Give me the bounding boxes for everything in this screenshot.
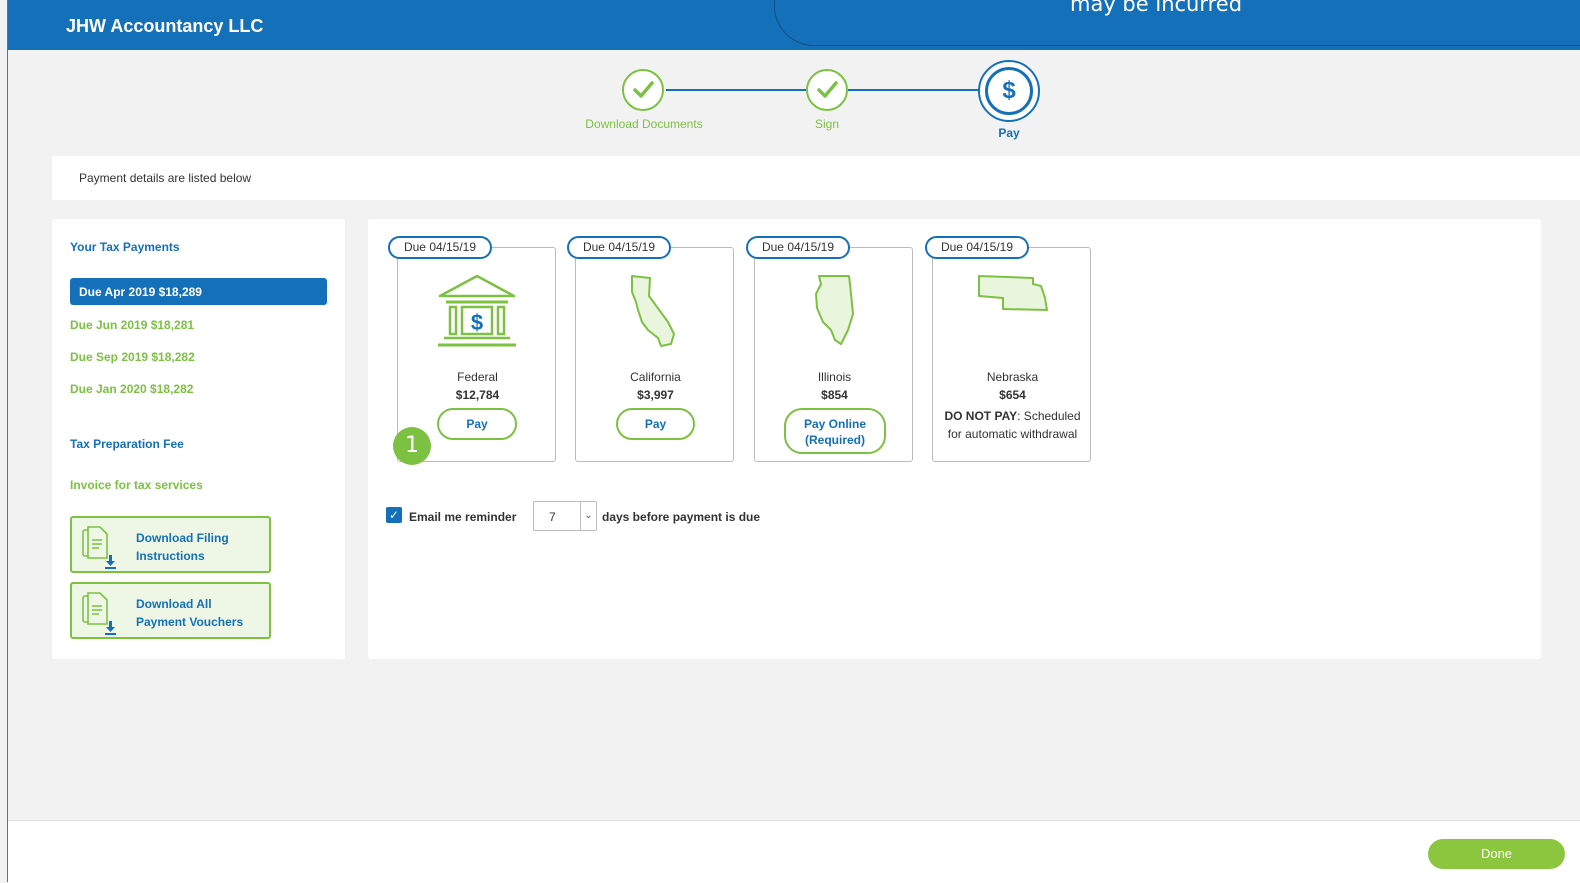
email-reminder-checkbox[interactable]: ✓ [386, 507, 402, 523]
step-connector [848, 89, 980, 91]
step-sign-label[interactable]: Sign [786, 117, 868, 131]
payment-period-jun-2019[interactable]: Due Jun 2019 $18,281 [70, 318, 194, 332]
auto-withdrawal-note: DO NOT PAY: Scheduled for automatic with… [933, 407, 1092, 443]
step-download-label[interactable]: Download Documents [574, 117, 714, 131]
notice-callout-text: may be incurred [1070, 0, 1243, 16]
card-amount: $654 [999, 388, 1026, 402]
card-amount: $854 [821, 388, 848, 402]
chevron-down-icon: ⌄ [580, 502, 596, 530]
done-button[interactable]: Done [1428, 839, 1565, 869]
card-state-name: Federal [457, 370, 498, 384]
step-marker-badge: 1 [393, 427, 431, 465]
bank-icon: $ [438, 274, 516, 347]
svg-text:$: $ [471, 310, 483, 335]
payment-period-apr-2019[interactable]: Due Apr 2019 $18,289 [70, 278, 327, 305]
note-text: : Scheduled [1017, 409, 1081, 423]
download-filing-instructions-button[interactable]: Download Filing Instructions [70, 516, 271, 573]
tax-payments-heading: Your Tax Payments [70, 240, 180, 254]
required-label: (Required) [805, 433, 865, 447]
due-badge: Due 04/15/19 [567, 236, 671, 259]
illinois-map-icon [815, 275, 854, 345]
card-state-name: Nebraska [986, 370, 1039, 384]
payment-period-sep-2019[interactable]: Due Sep 2019 $18,282 [70, 350, 195, 364]
info-banner [52, 156, 1580, 200]
download-filing-label-2: Instructions [136, 549, 205, 563]
step-connector [666, 89, 806, 91]
window-edge [7, 0, 8, 882]
card-state-name: Illinois [817, 370, 852, 384]
footer-bar [8, 820, 1580, 883]
document-download-icon [82, 592, 116, 635]
reminder-days-select[interactable]: 7 ⌄ [533, 501, 597, 531]
dollar-icon: $ [985, 67, 1033, 115]
pay-button-california[interactable]: Pay [616, 408, 695, 440]
prep-fee-heading: Tax Preparation Fee [70, 437, 184, 451]
download-vouchers-label-2: Payment Vouchers [136, 615, 244, 629]
note-text-line2: for automatic withdrawal [947, 427, 1078, 441]
pay-button-federal[interactable]: Pay [437, 408, 517, 440]
info-banner-text: Payment details are listed below [79, 171, 252, 185]
payment-card-illinois: Illinois $854 Pay Online (Required) [754, 247, 913, 462]
step-pay-dollar-icon[interactable]: $ [978, 60, 1040, 122]
document-download-icon [82, 526, 116, 569]
invoice-link[interactable]: Invoice for tax services [70, 478, 203, 492]
download-vouchers-label-1: Download All [136, 597, 212, 611]
due-badge: Due 04/15/19 [746, 236, 850, 259]
do-not-pay-label: DO NOT PAY [944, 409, 1018, 423]
reminder-days-value: 7 [549, 510, 556, 524]
email-reminder-label: Email me reminder [409, 510, 517, 524]
step-download-check-icon[interactable] [622, 69, 664, 111]
payment-period-jan-2020[interactable]: Due Jan 2020 $18,282 [70, 382, 193, 396]
card-state-name: California [630, 370, 681, 384]
pay-online-button-illinois[interactable]: Pay Online (Required) [784, 408, 886, 454]
download-payment-vouchers-button[interactable]: Download All Payment Vouchers [70, 582, 271, 639]
card-amount: $12,784 [455, 388, 500, 402]
firm-name: JHW Accountancy LLC [66, 16, 264, 36]
card-amount: $3,997 [637, 388, 674, 402]
download-filing-label-1: Download Filing [136, 531, 229, 545]
payment-card-nebraska: Nebraska $654 DO NOT PAY: Scheduled for … [932, 247, 1091, 462]
california-map-icon [631, 275, 675, 347]
due-badge: Due 04/15/19 [388, 236, 492, 259]
pay-online-label: Pay Online [803, 417, 867, 431]
nebraska-map-icon [978, 275, 1048, 311]
due-badge: Due 04/15/19 [925, 236, 1029, 259]
payment-card-california: California $3,997 Pay [575, 247, 734, 462]
step-sign-check-icon[interactable] [806, 69, 848, 111]
step-pay-label[interactable]: Pay [968, 126, 1050, 140]
reminder-days-suffix: days before payment is due [602, 510, 761, 524]
